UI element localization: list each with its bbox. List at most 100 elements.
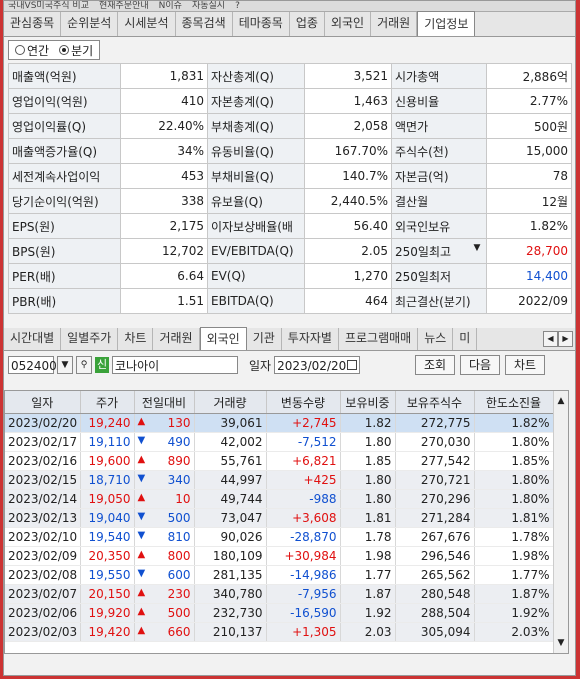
scroll-up-icon[interactable]: ▲ [554, 394, 568, 408]
lower-tab-6[interactable]: 투자자별 [282, 328, 339, 350]
shares-cell: 265,562 [395, 565, 475, 585]
calendar-icon[interactable] [347, 360, 358, 370]
change-cell: ▼ 500 [134, 508, 195, 528]
stock-code-input[interactable]: 052400 [8, 356, 57, 374]
ratio-cell: 1.81 [340, 508, 396, 528]
table-row[interactable]: 2023/02/09 20,350 ▲ 800 180,109 +30,984 1.98 29… [5, 546, 554, 566]
info-label: 영업이익(억원) [8, 88, 121, 114]
tab-scroll-left-icon[interactable]: ◀ [543, 331, 558, 347]
change-value: 800 [167, 549, 191, 563]
chart-button[interactable]: 차트 [505, 355, 545, 375]
tab-6[interactable]: 외국인 [325, 12, 372, 36]
search-icon[interactable]: ⚲ [76, 356, 92, 374]
info-value: 12,702 [120, 238, 208, 264]
top-strip-item[interactable]: 국내VS미국주식 비교 [8, 1, 89, 11]
top-strip-item[interactable]: N이슈 [159, 1, 182, 11]
grid-header-3[interactable]: 거래량 [194, 391, 267, 414]
dropdown-arrow-icon[interactable]: ▼ [471, 243, 483, 253]
info-value-text: 28,700 [526, 244, 568, 258]
tab-1[interactable]: 순위분석 [61, 12, 119, 36]
limit-cell: 2.03% [474, 622, 554, 642]
lower-tab-9[interactable]: 미 [453, 328, 478, 350]
table-row[interactable]: 2023/02/13 19,040 ▼ 500 73,047 +3,608 1.81 271,… [5, 508, 554, 528]
next-button[interactable]: 다음 [460, 355, 500, 375]
shares-cell: 270,030 [395, 432, 475, 452]
date-cell: 2023/02/08 [5, 565, 81, 585]
tab-scroll-right-icon[interactable]: ▶ [558, 331, 573, 347]
limit-cell: 1.81% [474, 508, 554, 528]
delta-cell: +3,608 [266, 508, 341, 528]
grid-header-1[interactable]: 주가 [80, 391, 135, 414]
table-row[interactable]: 2023/02/16 19,600 ▲ 890 55,761 +6,821 1.85 277,… [5, 451, 554, 471]
grid-header-5[interactable]: 보유비중 [340, 391, 396, 414]
up-triangle-icon: ▲ [137, 416, 146, 427]
delta-cell: -28,870 [266, 527, 341, 547]
shares-cell: 277,542 [395, 451, 475, 471]
delta-cell: +6,821 [266, 451, 341, 471]
tab-4[interactable]: 테마종목 [233, 12, 290, 36]
top-strip-item[interactable]: 자동실시 [192, 1, 225, 11]
tab-7[interactable]: 거래원 [371, 12, 418, 36]
price-cell: 18,710 [80, 470, 135, 490]
table-row[interactable]: 2023/02/20 19,240 ▲ 130 39,061 +2,745 1.82 272,… [5, 413, 554, 433]
info-value: 15,000 [486, 138, 572, 164]
limit-cell: 1.82% [474, 413, 554, 433]
query-button[interactable]: 조회 [415, 355, 455, 375]
lower-tab-8[interactable]: 뉴스 [418, 328, 454, 350]
date-input[interactable]: 2023/02/20 [274, 356, 361, 374]
ratio-cell: 1.82 [340, 413, 396, 433]
tab-8[interactable]: 기업정보 [417, 11, 476, 36]
date-cell: 2023/02/06 [5, 603, 81, 623]
info-value: 1,463 [304, 88, 392, 114]
grid-header-6[interactable]: 보유주식수 [395, 391, 475, 414]
scroll-down-icon[interactable]: ▼ [554, 636, 568, 650]
info-value: 1,831 [120, 63, 208, 89]
lower-tab-7[interactable]: 프로그램매매 [339, 328, 419, 350]
info-value-text: 2.77% [529, 94, 568, 108]
tab-0[interactable]: 관심종목 [4, 12, 62, 36]
table-row[interactable]: 2023/02/03 19,420 ▲ 660 210,137 +1,305 2.03 305… [5, 622, 554, 642]
grid-header-4[interactable]: 변동수량 [266, 391, 341, 414]
grid-vertical-scrollbar[interactable]: ▲ ▼ [553, 391, 568, 653]
info-value-text: 410 [181, 94, 204, 108]
lower-tab-4[interactable]: 외국인 [199, 327, 247, 350]
info-value-text: 1,270 [353, 269, 388, 283]
tab-5[interactable]: 업종 [290, 12, 325, 36]
table-row[interactable]: 2023/02/06 19,920 ▲ 500 232,730 -16,590 1.92 28… [5, 603, 554, 623]
info-value: 1,270 [304, 263, 392, 289]
info-label: EBITDA(Q) [207, 288, 305, 314]
lower-tab-1[interactable]: 일별주가 [61, 328, 119, 350]
info-value-text: 34% [177, 144, 204, 158]
table-row[interactable]: 2023/02/07 20,150 ▲ 230 340,780 -7,956 1.87 280… [5, 584, 554, 604]
ratio-cell: 1.87 [340, 584, 396, 604]
lower-tab-bar: 시간대별 일별주가 차트 거래원 외국인 기관 투자자별 프로그램매매 뉴스 미 ◀ ▶ [4, 327, 575, 351]
lower-tab-2[interactable]: 차트 [118, 328, 154, 350]
lower-tab-0[interactable]: 시간대별 [4, 328, 62, 350]
table-row[interactable]: 2023/02/14 19,050 ▲ 10 49,744 -988 1.80 270,296… [5, 489, 554, 509]
info-value-text: 338 [181, 194, 204, 208]
top-strip-item[interactable]: ? [235, 1, 240, 11]
info-label: 250일최고 ▼ [391, 238, 487, 264]
info-value-text: 464 [365, 294, 388, 308]
tab-2[interactable]: 시세분석 [118, 12, 176, 36]
grid-header-0[interactable]: 일자 [5, 391, 81, 414]
grid-header-2[interactable]: 전일대비 [134, 391, 195, 414]
lower-tab-5[interactable]: 기관 [247, 328, 282, 350]
code-dropdown-icon[interactable]: ▼ [57, 356, 73, 374]
shares-cell: 288,504 [395, 603, 475, 623]
volume-cell: 39,061 [194, 413, 267, 433]
radio-quarter[interactable]: 분기 [59, 42, 93, 59]
info-label: 최근결산(분기) [391, 288, 487, 314]
table-row[interactable]: 2023/02/17 19,110 ▼ 490 42,002 -7,512 1.80 270,… [5, 432, 554, 452]
price-cell: 19,420 [80, 622, 135, 642]
table-row[interactable]: 2023/02/15 18,710 ▼ 340 44,997 +425 1.80 270,72… [5, 470, 554, 490]
table-row[interactable]: 2023/02/10 19,540 ▼ 810 90,026 -28,870 1.78 267… [5, 527, 554, 547]
tab-3[interactable]: 종목검색 [176, 12, 233, 36]
grid-header-7[interactable]: 한도소진율 [474, 391, 554, 414]
lower-tab-3[interactable]: 거래원 [153, 328, 200, 350]
radio-annual[interactable]: 연간 [15, 42, 49, 59]
info-row: PER(배) 6.64 EV(Q) 1,270 250일최저 14,400 [8, 263, 572, 289]
top-strip-item[interactable]: 현재주문안내 [99, 1, 149, 11]
table-row[interactable]: 2023/02/08 19,550 ▼ 600 281,135 -14,986 1.77 26… [5, 565, 554, 585]
shares-cell: 272,775 [395, 413, 475, 433]
